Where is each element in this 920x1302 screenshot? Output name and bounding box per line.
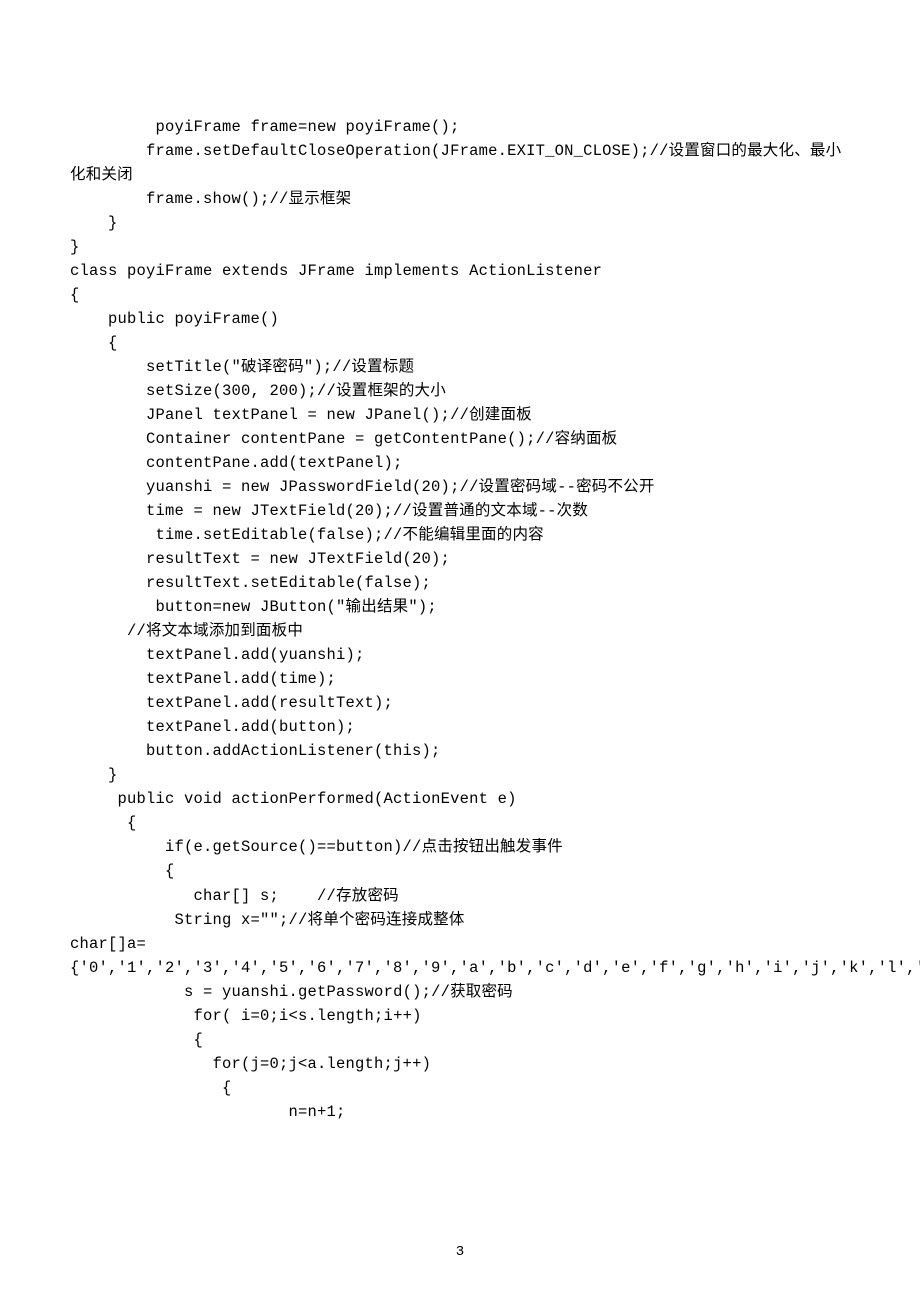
code-block: poyiFrame frame=new poyiFrame(); frame.s… bbox=[70, 115, 850, 1124]
document-page: poyiFrame frame=new poyiFrame(); frame.s… bbox=[0, 0, 920, 1302]
page-number: 3 bbox=[0, 1242, 920, 1264]
